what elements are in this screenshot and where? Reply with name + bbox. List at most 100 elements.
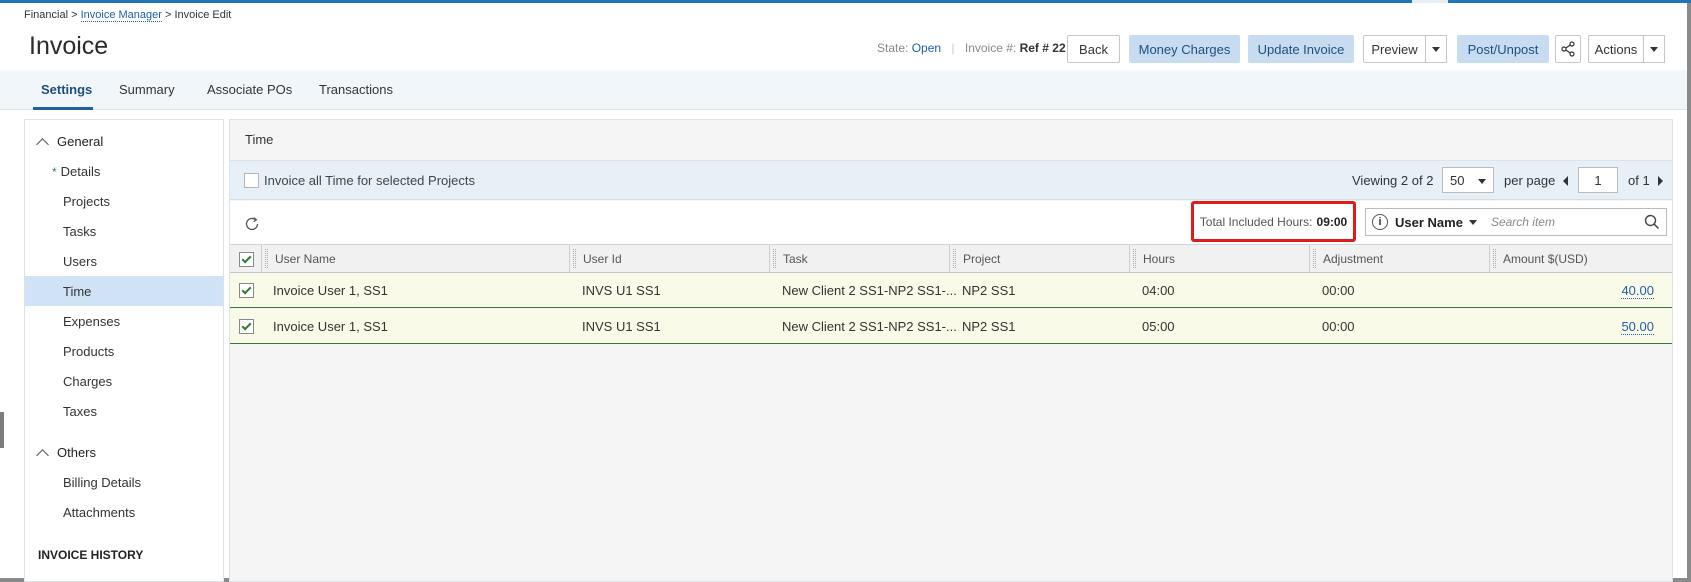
previous-page-icon[interactable]	[1563, 176, 1568, 186]
cell-user-id: INVS U1 SS1	[582, 283, 661, 298]
breadcrumb-invoice-manager-link[interactable]: Invoice Manager	[80, 9, 162, 22]
sidebar-item-label: Details	[60, 164, 101, 179]
post-unpost-button[interactable]: Post/Unpost	[1457, 35, 1549, 63]
actions-button[interactable]: Actions	[1588, 35, 1644, 63]
cell-amount-link[interactable]: 50.00	[1621, 319, 1654, 335]
page-number-input[interactable]: 1	[1578, 167, 1618, 193]
total-hours-value: 09:00	[1316, 214, 1348, 229]
sidebar-item-label: Time	[63, 284, 92, 299]
right-border	[1687, 3, 1691, 582]
sidebar-item-details[interactable]: * Details	[52, 164, 100, 179]
cell-task: New Client 2 SS1-NP2 SS1-...	[782, 283, 957, 298]
chevron-up-icon	[36, 448, 49, 462]
column-header-user-id[interactable]: User Id	[583, 252, 622, 266]
row-checkbox[interactable]	[239, 283, 254, 298]
tab-summary[interactable]: Summary	[119, 82, 175, 97]
back-button[interactable]: Back	[1067, 35, 1120, 63]
column-grip-icon[interactable]	[953, 249, 956, 268]
search-icon[interactable]	[1644, 214, 1660, 230]
row-checkbox[interactable]	[239, 319, 254, 334]
grid-header: User Name User Id Task Project Hours Adj…	[230, 244, 1672, 273]
per-page-value: 50	[1450, 172, 1465, 188]
share-button[interactable]	[1555, 35, 1581, 63]
column-grip-icon[interactable]	[1133, 249, 1136, 268]
cell-user-id: INVS U1 SS1	[582, 319, 661, 334]
column-header-project[interactable]: Project	[963, 252, 1000, 266]
breadcrumb: Financial > Invoice Manager > Invoice Ed…	[24, 9, 231, 22]
column-grip-icon[interactable]	[265, 249, 268, 268]
column-grip-icon[interactable]	[773, 249, 776, 268]
sidebar-item-expenses[interactable]: Expenses	[63, 314, 120, 329]
sidebar-item-taxes[interactable]: Taxes	[63, 404, 97, 419]
sidebar-item-billing-details[interactable]: Billing Details	[63, 475, 141, 490]
chevron-down-icon[interactable]	[1468, 219, 1477, 225]
search-box: i User Name Search item	[1365, 208, 1667, 236]
sidebar-item-users[interactable]: Users	[63, 254, 97, 269]
search-filter-label[interactable]: User Name	[1395, 215, 1463, 230]
chevron-down-icon	[1650, 46, 1658, 52]
total-included-hours: Total Included Hours: 09:00	[1191, 201, 1356, 242]
column-header-user-name[interactable]: User Name	[275, 252, 336, 266]
share-icon	[1561, 41, 1575, 57]
per-page-select[interactable]: 50	[1442, 167, 1494, 193]
column-separator	[1309, 245, 1310, 272]
column-header-task[interactable]: Task	[783, 252, 808, 266]
active-tab-indicator	[33, 107, 93, 110]
column-grip-icon[interactable]	[573, 249, 576, 268]
sidebar-item-charges[interactable]: Charges	[63, 374, 112, 389]
cell-amount-link[interactable]: 40.00	[1621, 283, 1654, 299]
actions-dropdown-toggle[interactable]	[1643, 35, 1665, 63]
state-separator: |	[951, 41, 955, 55]
sidebar-item-tasks[interactable]: Tasks	[63, 224, 96, 239]
viewing-count: Viewing 2 of 2	[1352, 173, 1433, 188]
cell-task: New Client 2 SS1-NP2 SS1-...	[782, 319, 957, 334]
panel-title: Time	[245, 132, 274, 147]
check-icon	[241, 284, 252, 295]
search-input[interactable]: Search item	[1491, 215, 1644, 229]
check-icon	[241, 320, 252, 331]
tab-associate-pos[interactable]: Associate POs	[207, 82, 292, 97]
nav-group-label: General	[57, 134, 104, 149]
column-separator	[949, 245, 950, 272]
sidebar-item-products[interactable]: Products	[63, 344, 114, 359]
nav-group-others[interactable]: Others	[36, 445, 96, 462]
required-star-icon: *	[52, 165, 57, 179]
breadcrumb-separator: >	[71, 9, 78, 21]
sidebar-item-time[interactable]: Time	[25, 276, 223, 306]
sidebar-item-attachments[interactable]: Attachments	[63, 505, 135, 520]
breadcrumb-financial: Financial	[24, 9, 69, 21]
tab-bar: Settings Summary Associate POs Transacti…	[0, 70, 1687, 110]
tab-settings[interactable]: Settings	[41, 82, 92, 97]
invoice-number-value: Ref # 22	[1019, 41, 1066, 55]
cell-user-name: Invoice User 1, SS1	[273, 319, 388, 334]
viewing-label: Viewing	[1352, 173, 1398, 188]
table-row[interactable]: Invoice User 1, SS1 INVS U1 SS1 New Clie…	[230, 274, 1672, 308]
total-hours-label: Total Included Hours:	[1199, 214, 1313, 229]
preview-button[interactable]: Preview	[1363, 35, 1426, 63]
nav-group-general[interactable]: General	[36, 134, 104, 151]
next-page-icon[interactable]	[1658, 176, 1663, 186]
grid-toolbar: Total Included Hours: 09:00 i User Name …	[230, 201, 1672, 244]
column-grip-icon[interactable]	[1313, 249, 1316, 268]
column-header-amount[interactable]: Amount $(USD)	[1503, 252, 1588, 266]
select-all-checkbox[interactable]	[239, 252, 254, 267]
column-header-hours[interactable]: Hours	[1143, 252, 1175, 266]
invoice-all-time-label: Invoice all Time for selected Projects	[264, 173, 475, 188]
column-header-adjustment[interactable]: Adjustment	[1323, 252, 1383, 266]
money-charges-button[interactable]: Money Charges	[1129, 35, 1240, 63]
invoice-history-link[interactable]: INVOICE HISTORY	[38, 548, 143, 562]
page-title: Invoice	[29, 32, 109, 60]
table-row[interactable]: Invoice User 1, SS1 INVS U1 SS1 New Clie…	[230, 310, 1672, 344]
refresh-icon[interactable]	[243, 215, 261, 233]
state-value: Open	[911, 41, 942, 55]
column-grip-icon[interactable]	[1493, 249, 1496, 268]
update-invoice-button[interactable]: Update Invoice	[1248, 35, 1354, 63]
invoice-all-time-checkbox[interactable]	[244, 173, 259, 188]
tab-transactions[interactable]: Transactions	[319, 82, 393, 97]
info-icon[interactable]: i	[1372, 214, 1388, 230]
chevron-down-icon	[1478, 179, 1486, 184]
preview-dropdown-toggle[interactable]	[1425, 35, 1447, 63]
invoice-all-time-option[interactable]: Invoice all Time for selected Projects	[244, 173, 475, 188]
sidebar-item-projects[interactable]: Projects	[63, 194, 110, 209]
column-separator	[769, 245, 770, 272]
